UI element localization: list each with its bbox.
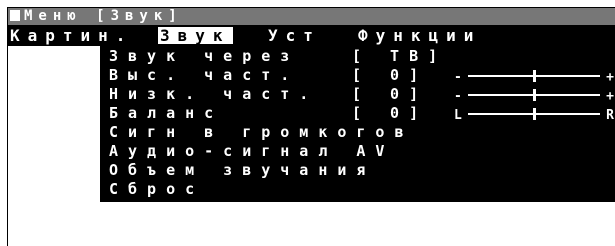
item-value: [ ТВ] [352,47,448,65]
item-label: Объем звучания [109,161,376,179]
item-label: Звук через [109,47,300,65]
menu-item-speaker-signal[interactable]: Сигн в громкогов [100,124,615,141]
item-label: Сброс [109,180,205,198]
menu-title: Меню [Звук] [24,8,183,24]
menu-item-balance[interactable]: Баланс [ 0] L R [100,104,615,124]
tab-sound[interactable]: Звук [158,27,233,44]
tab-picture[interactable]: Картин. [10,25,133,46]
balance-slider[interactable]: L R [454,108,614,123]
slider-min-label: L [454,108,462,123]
item-value: [ 0] [352,66,429,84]
sound-menu-panel: Звук через [ ТВ] Выс. част. [ 0] - + Низ… [100,46,615,202]
menu-item-reset[interactable]: Сброс [100,181,615,198]
slider-knob[interactable] [533,108,536,120]
slider-min-label: - [454,70,462,85]
item-label: Низк. част. [109,85,319,103]
menu-square-icon [10,10,20,21]
slider-max-label: + [606,89,614,104]
menu-bar: Картин. Звук Уст Функции [8,25,615,46]
item-label: Баланс [109,104,224,122]
title-bar: Меню [Звук] [8,8,615,25]
tab-setup[interactable]: Уст [268,25,321,46]
menu-item-surround[interactable]: Объем звучания [100,162,615,179]
menu-item-audio-av[interactable]: Аудио-сигнал AV [100,143,615,160]
treble-slider[interactable]: - + [454,70,614,85]
tv-menu-screen: Меню [Звук] Картин. Звук Уст Функции Зву… [7,7,615,246]
item-label: Аудио-сигнал AV [109,142,395,160]
slider-max-label: R [606,108,614,123]
item-label: Сигн в громкогов [109,123,414,141]
item-label: Выс. част. [109,66,300,84]
menu-item-bass[interactable]: Низк. част. [ 0] - + [100,85,615,105]
slider-max-label: + [606,70,614,85]
slider-knob[interactable] [533,89,536,101]
item-value: [ 0] [352,104,429,122]
menu-item-sound-via[interactable]: Звук через [ ТВ] [100,48,615,65]
item-value: [ 0] [352,85,429,103]
slider-knob[interactable] [533,70,536,82]
slider-min-label: - [454,89,462,104]
bass-slider[interactable]: - + [454,89,614,104]
tab-functions[interactable]: Функции [358,25,481,46]
menu-item-treble[interactable]: Выс. част. [ 0] - + [100,66,615,86]
